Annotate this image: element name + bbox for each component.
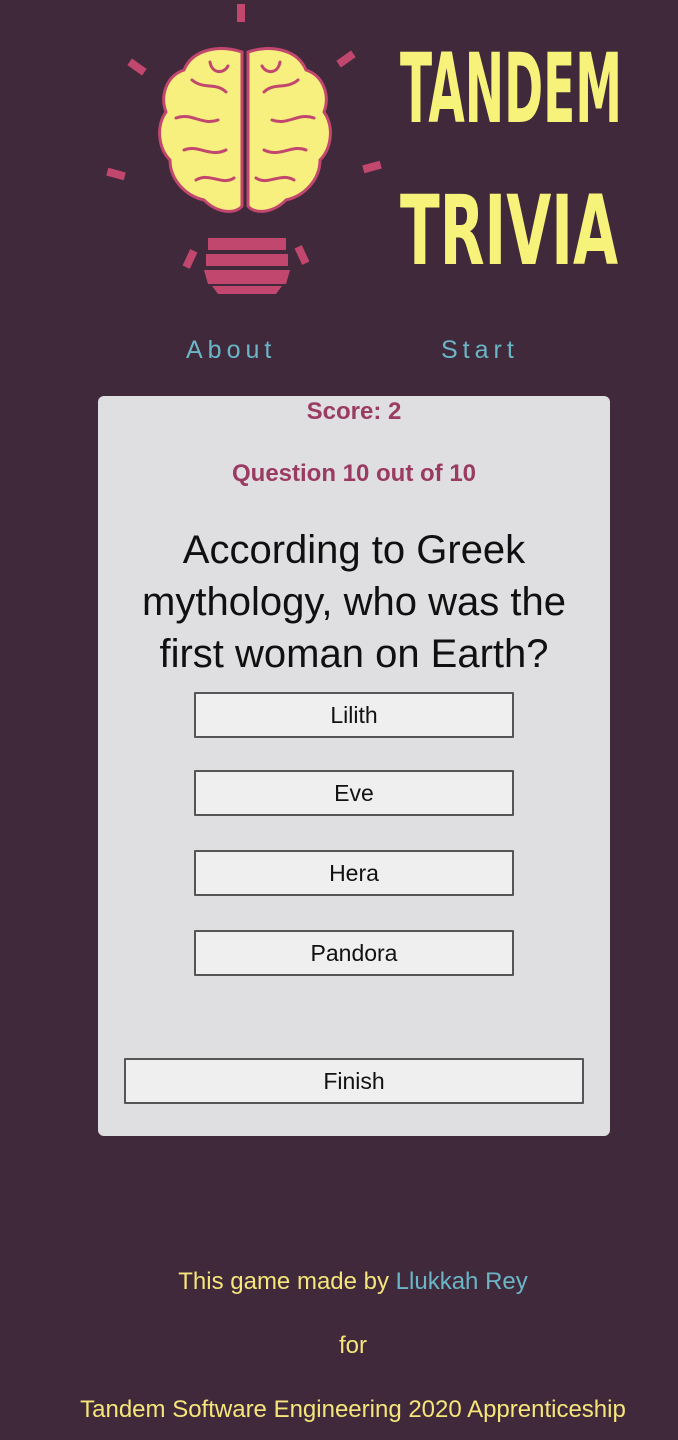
answer-button-pandora[interactable]: Pandora	[194, 930, 514, 976]
footer-credit: This game made by Llukkah Rey	[14, 1268, 678, 1296]
page: TANDEM TRIVIA About Start Score: 2 Quest…	[0, 0, 678, 1440]
answer-button-lilith[interactable]: Lilith	[194, 692, 514, 738]
question-counter: Question 10 out of 10	[231, 460, 477, 487]
quiz-card: Score: 2 Question 10 out of 10 According…	[98, 396, 610, 1136]
author-link[interactable]: Llukkah Rey	[396, 1268, 528, 1295]
answer-button-eve[interactable]: Eve	[194, 770, 514, 816]
brain-lightbulb-icon	[106, 4, 382, 294]
title-trivia: TRIVIA	[400, 175, 618, 272]
question-text: According to Greek mythology, who was th…	[142, 528, 566, 676]
footer-program-text: Tandem Software Engineering 2020 Apprent…	[80, 1396, 626, 1423]
title-line-1: TANDEM	[400, 33, 622, 130]
nav-about-link[interactable]: About	[186, 336, 276, 365]
title-line-2: TRIVIA	[400, 175, 618, 272]
answer-button-hera[interactable]: Hera	[194, 850, 514, 896]
finish-button[interactable]: Finish	[124, 1058, 584, 1104]
score-label: Score: 2	[306, 398, 402, 425]
nav-start-link[interactable]: Start	[441, 336, 519, 365]
footer-for-text: for	[338, 1332, 367, 1359]
footer-made-by-text: This game made by	[178, 1268, 396, 1295]
title-tandem: TANDEM	[400, 33, 622, 130]
